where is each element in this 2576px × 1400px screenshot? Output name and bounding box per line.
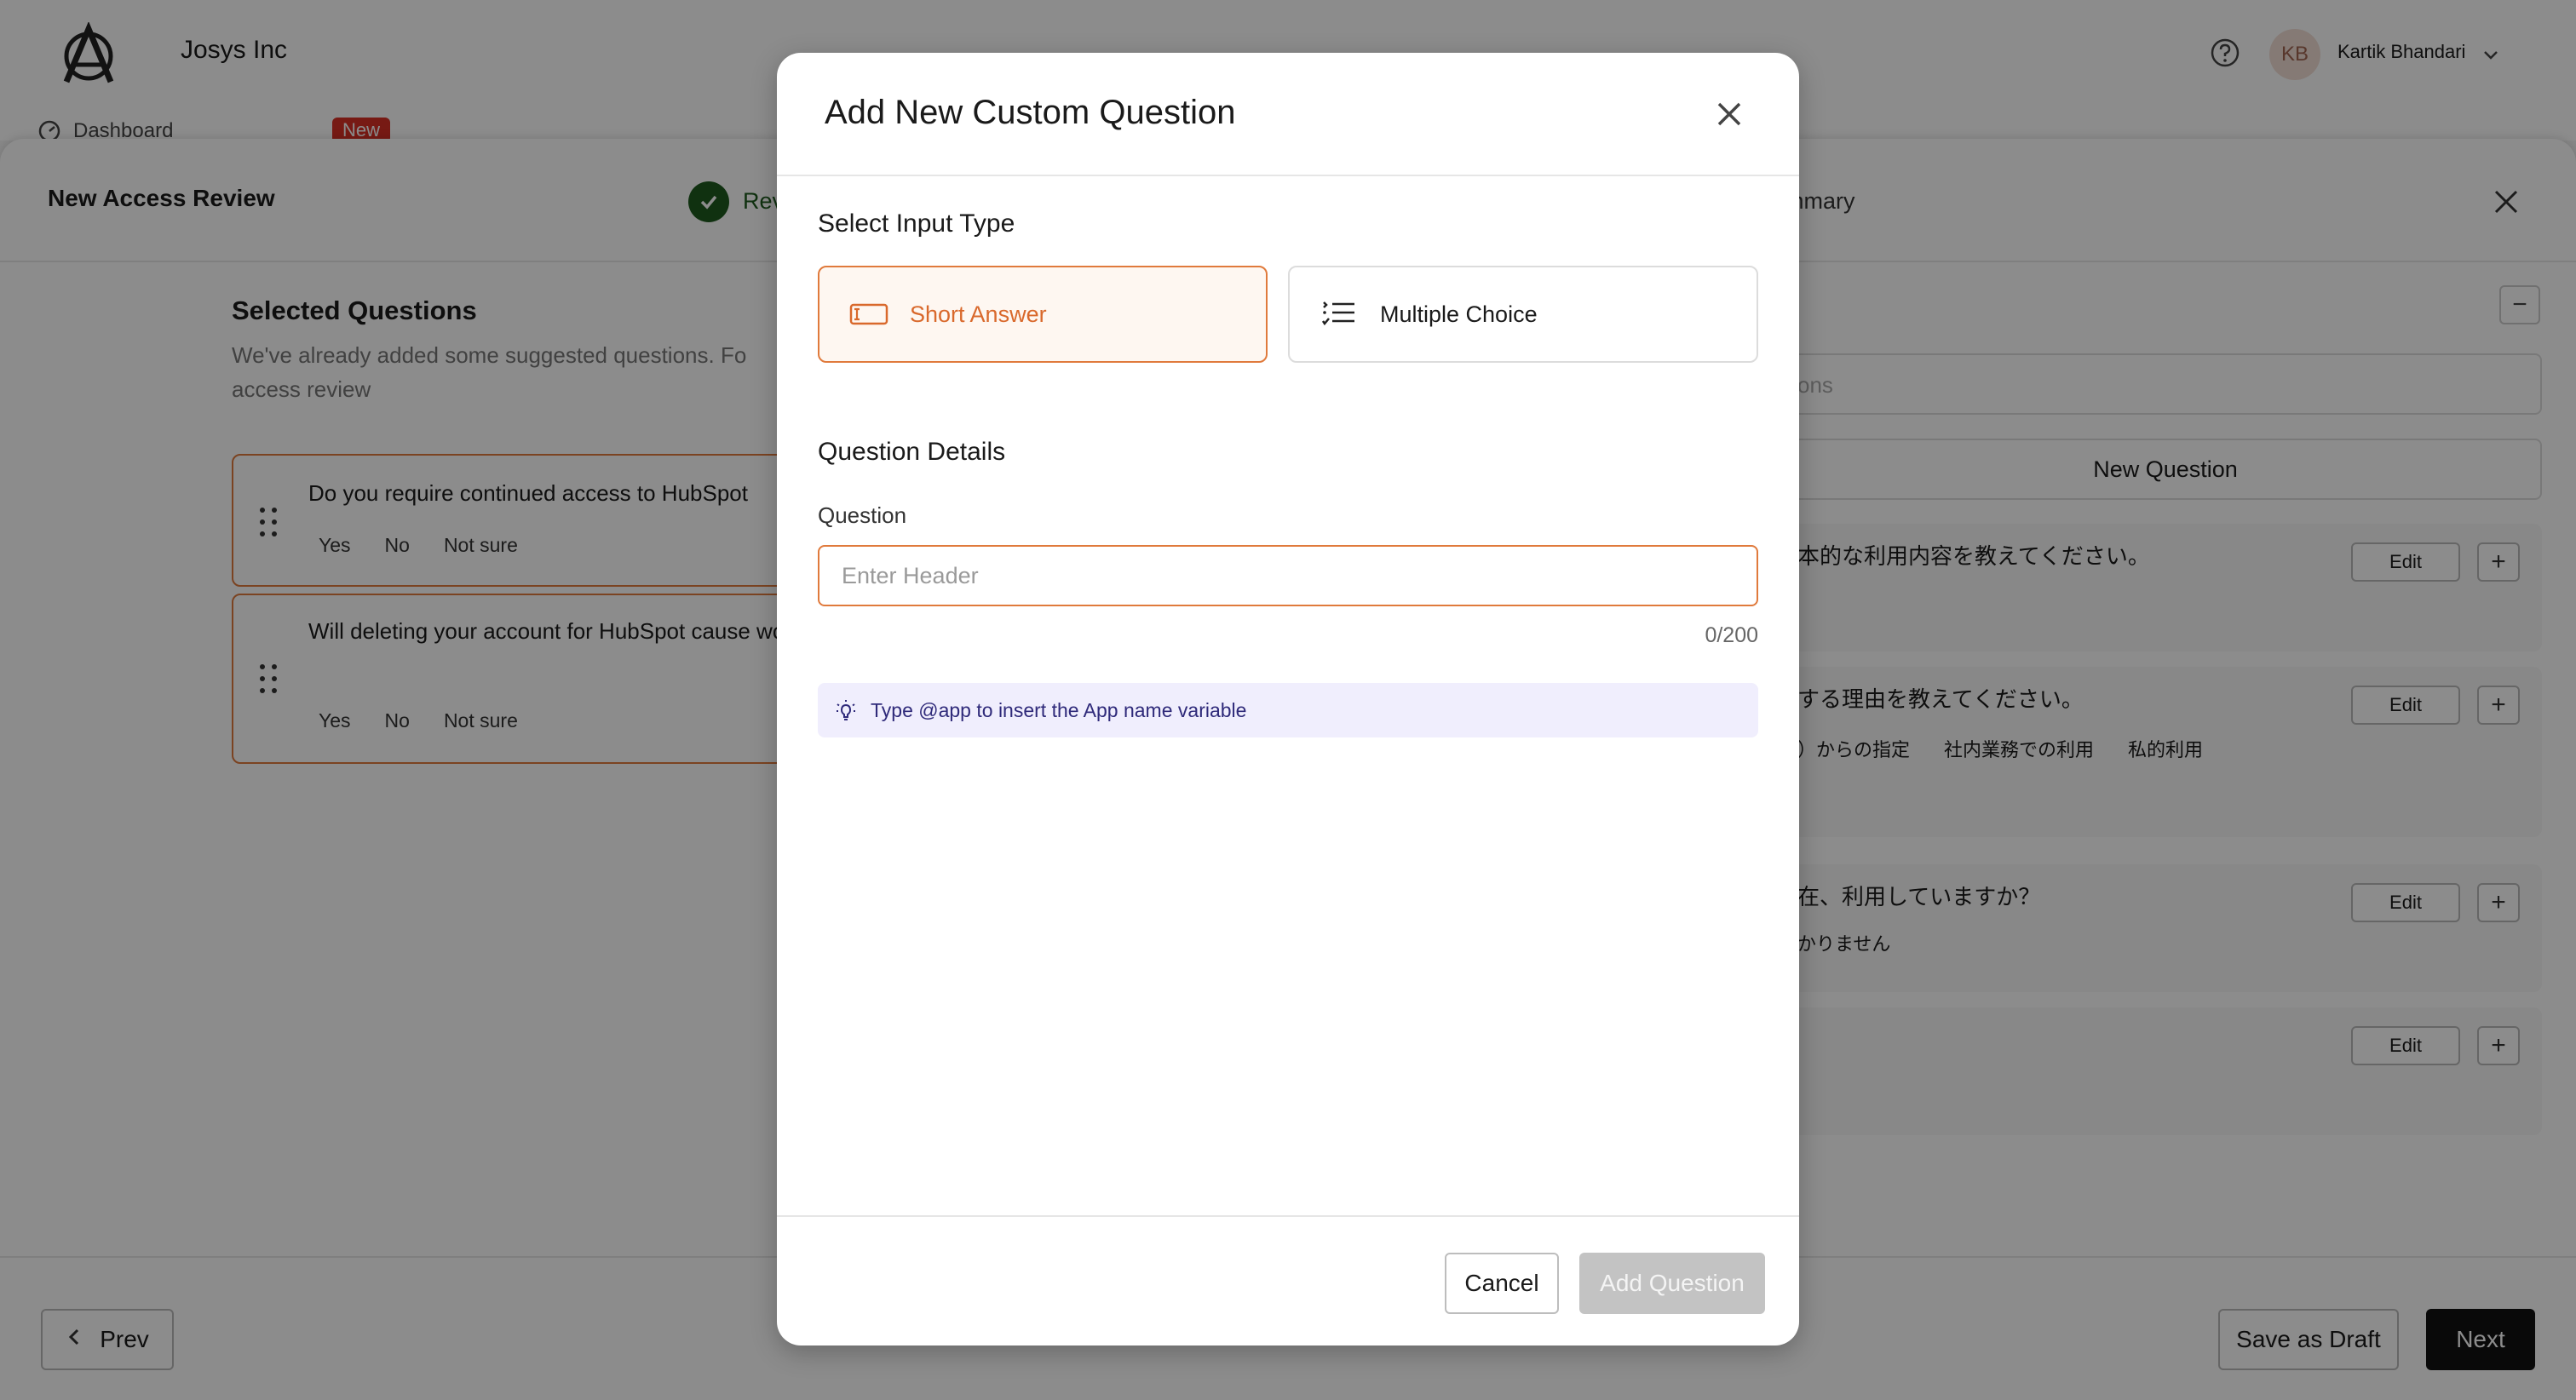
modal-header: Add New Custom Question — [777, 53, 1799, 176]
question-field-label: Question — [818, 502, 907, 528]
cancel-button[interactable]: Cancel — [1445, 1253, 1559, 1314]
text-field-icon — [848, 297, 889, 331]
question-details-title: Question Details — [818, 438, 1006, 466]
input-type-label: Multiple Choice — [1380, 301, 1538, 327]
input-type-label: Short Answer — [910, 301, 1047, 327]
input-type-short-answer[interactable]: Short Answer — [818, 266, 1268, 363]
list-icon — [1319, 297, 1360, 331]
select-input-type-title: Select Input Type — [818, 209, 1015, 238]
input-type-multiple-choice[interactable]: Multiple Choice — [1288, 266, 1758, 363]
app-variable-hint: Type @app to insert the App name variabl… — [818, 683, 1758, 737]
modal-title: Add New Custom Question — [825, 94, 1236, 131]
hint-text: Type @app to insert the App name variabl… — [871, 698, 1247, 721]
question-header-input[interactable] — [818, 545, 1758, 606]
add-question-button[interactable]: Add Question — [1579, 1253, 1765, 1314]
character-counter: 0/200 — [1705, 623, 1758, 647]
modal-footer: Cancel Add Question — [777, 1215, 1799, 1345]
lightbulb-icon — [833, 697, 859, 723]
add-custom-question-modal: Add New Custom Question Select Input Typ… — [777, 53, 1799, 1345]
close-icon[interactable] — [1711, 95, 1748, 133]
